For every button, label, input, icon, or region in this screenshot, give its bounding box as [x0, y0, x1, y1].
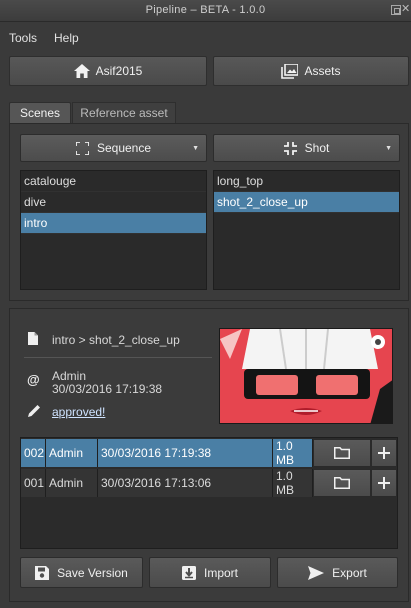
window-title: Pipeline – BETA - 1.0.0 — [145, 4, 266, 16]
user-cell: Admin — [46, 439, 98, 467]
chevron-down-icon: ▼ — [192, 145, 199, 152]
compress-icon — [283, 141, 297, 155]
import-button[interactable]: Import — [149, 557, 271, 588]
path-text: intro > shot_2_close_up — [52, 333, 180, 347]
save-icon — [35, 565, 50, 580]
versions-table[interactable]: 002 Admin 30/03/2016 17:19:38 1.0 MB 001… — [20, 437, 398, 549]
sequence-list[interactable]: catalouge dive intro — [20, 170, 207, 290]
version-cell: 001 — [21, 469, 46, 497]
date-cell: 30/03/2016 17:13:06 — [98, 469, 273, 497]
tab-reference-asset[interactable]: Reference asset — [72, 102, 176, 123]
thumbnail-image — [220, 329, 392, 423]
plus-icon — [378, 447, 390, 459]
user-text: Admin — [52, 369, 87, 383]
save-version-button[interactable]: Save Version — [20, 557, 143, 588]
status-link[interactable]: approved! — [52, 405, 105, 419]
export-label: Export — [332, 565, 367, 580]
list-item[interactable]: dive — [21, 192, 206, 213]
open-folder-button[interactable] — [313, 439, 371, 467]
folder-icon — [334, 447, 350, 459]
close-window-icon[interactable]: ✕ — [401, 4, 411, 15]
import-label: Import — [203, 565, 238, 580]
add-button[interactable] — [371, 469, 397, 497]
divider — [24, 357, 212, 358]
shot-dropdown[interactable]: Shot ▼ — [213, 134, 400, 162]
assets-label: Assets — [304, 64, 341, 78]
sequence-dropdown-label: Sequence — [96, 141, 152, 155]
tab-scenes[interactable]: Scenes — [9, 102, 71, 123]
menu-help[interactable]: Help — [54, 31, 79, 45]
size-cell: 1.0 MB — [273, 439, 313, 467]
at-icon: @ — [27, 372, 40, 387]
list-item[interactable]: intro — [21, 213, 206, 234]
shot-dropdown-label: Shot — [304, 141, 330, 155]
table-row[interactable]: 001 Admin 30/03/2016 17:13:06 1.0 MB — [21, 469, 397, 497]
menu-tools[interactable]: Tools — [9, 31, 37, 45]
file-icon — [28, 332, 38, 345]
tab-scenes-label: Scenes — [19, 106, 61, 120]
images-icon — [281, 63, 299, 79]
size-cell: 1.0 MB — [273, 469, 313, 497]
title-bar: Pipeline – BETA - 1.0.0 ✕ — [0, 0, 411, 22]
plus-icon — [378, 477, 390, 489]
project-label: Asif2015 — [95, 64, 143, 78]
table-row[interactable]: 002 Admin 30/03/2016 17:19:38 1.0 MB — [21, 439, 397, 467]
open-folder-button[interactable] — [313, 469, 371, 497]
export-button[interactable]: Export — [277, 557, 398, 588]
add-button[interactable] — [371, 439, 397, 467]
pencil-icon — [28, 405, 40, 417]
user-cell: Admin — [46, 469, 98, 497]
list-item[interactable]: catalouge — [21, 171, 206, 192]
save-version-label: Save Version — [57, 565, 128, 580]
list-item[interactable]: long_top — [214, 171, 399, 192]
folder-icon — [334, 477, 350, 489]
expand-icon — [75, 141, 89, 155]
shot-list[interactable]: long_top shot_2_close_up — [213, 170, 400, 290]
version-cell: 002 — [21, 439, 46, 467]
assets-button[interactable]: Assets — [213, 56, 409, 86]
chevron-down-icon: ▼ — [385, 145, 392, 152]
shot-thumbnail — [219, 328, 393, 424]
import-icon — [181, 565, 196, 580]
list-item[interactable]: shot_2_close_up — [214, 192, 399, 213]
datetime-text: 30/03/2016 17:19:38 — [52, 382, 163, 396]
send-icon — [308, 565, 325, 580]
tab-reference-asset-label: Reference asset — [80, 106, 168, 120]
menu-bar: Tools Help — [0, 28, 411, 48]
home-icon — [73, 64, 90, 78]
sequence-dropdown[interactable]: Sequence ▼ — [20, 134, 207, 162]
restore-window-icon[interactable] — [391, 5, 401, 15]
project-button[interactable]: Asif2015 — [9, 56, 207, 86]
date-cell: 30/03/2016 17:19:38 — [98, 439, 273, 467]
